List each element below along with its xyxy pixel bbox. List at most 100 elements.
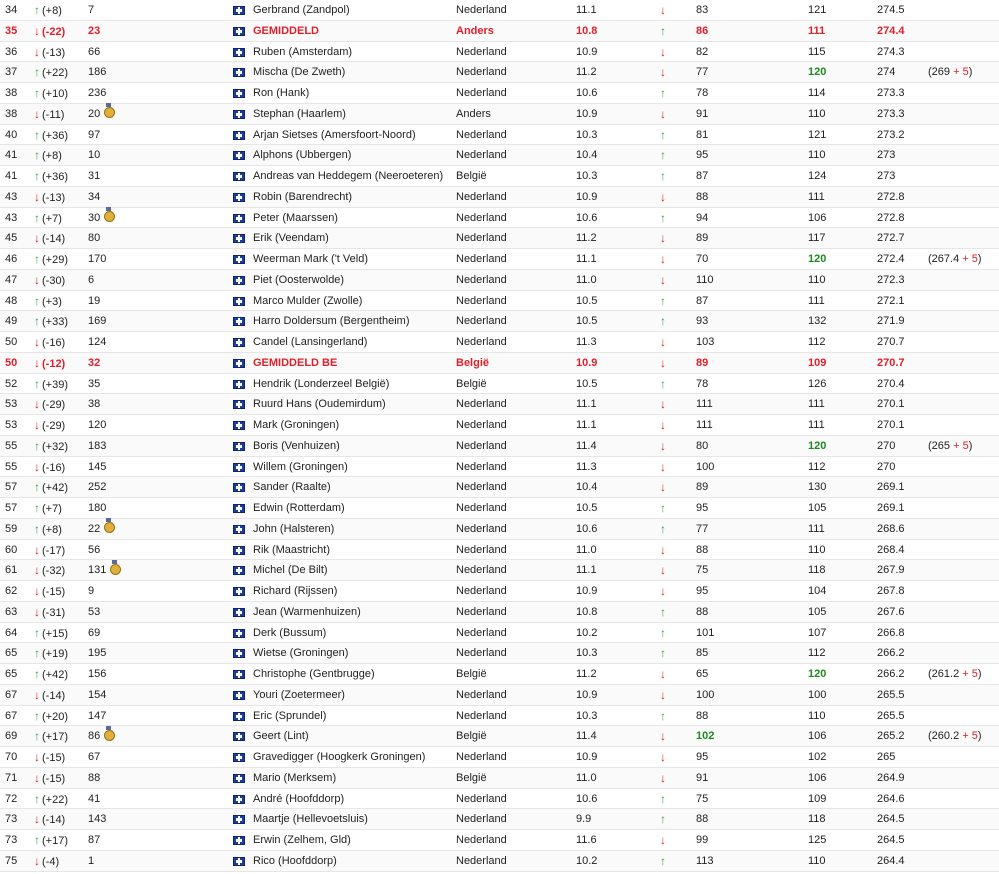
flag-cell[interactable] [233, 145, 247, 166]
flag-cell[interactable] [233, 768, 247, 789]
flag-cell[interactable] [233, 540, 247, 561]
flag-cell[interactable] [233, 311, 247, 332]
value-2-cell: 83 [696, 4, 709, 16]
flag-cell[interactable] [233, 643, 247, 664]
table-row: 67 ↑ (+20) 147 Eric (Sprundel) Nederland 10.3 ↑… [0, 706, 999, 727]
previous-rank-value: 97 [88, 128, 101, 141]
trend-cell: ↓ (-11) [34, 104, 86, 125]
flag-cell[interactable] [233, 415, 247, 436]
flag-cell[interactable] [233, 706, 247, 727]
flag-cell[interactable] [233, 851, 247, 872]
flag-icon [233, 670, 245, 679]
previous-rank-value: 156 [88, 668, 107, 680]
score-cell: 11.4 [576, 730, 597, 743]
flag-cell[interactable] [233, 560, 247, 581]
flag-cell[interactable] [233, 726, 247, 747]
flag-cell[interactable] [233, 477, 247, 498]
trend-value: (-29) [42, 420, 66, 432]
player-name: Ron (Hank) [253, 87, 310, 99]
score-cell: 9.9 [576, 813, 592, 826]
rank-cell: 71 [5, 771, 18, 784]
flag-cell[interactable] [233, 374, 247, 395]
arrow-down-icon: ↓ [660, 106, 666, 121]
flag-cell[interactable] [233, 436, 247, 457]
table-row: 48 ↑ (+3) 19 Marco Mulder (Zwolle) Nederland 1… [0, 291, 999, 312]
trend-cell: ↑ (+22) [34, 62, 86, 83]
flag-cell[interactable] [233, 104, 247, 125]
flag-icon [233, 753, 245, 762]
score-cell: 10.5 [576, 294, 598, 307]
table-row: 55 ↑ (+32) 183 Boris (Venhuizen) Nederland 11.… [0, 435, 999, 457]
previous-rank-value: 186 [88, 66, 107, 79]
flag-cell[interactable] [233, 602, 247, 623]
trend-cell: ↑ (+17) [34, 726, 86, 747]
table-row: 61 ↓ (-32) 131 Michel (De Bilt) Nederland 11.1… [0, 559, 999, 581]
previous-rank-cell: 31 [88, 166, 136, 187]
country-cell: Nederland [456, 190, 507, 203]
flag-cell[interactable] [233, 83, 247, 104]
country-cell: Nederland [456, 4, 507, 16]
total-cell: 273.2 [877, 128, 905, 141]
arrow-down-icon: ↓ [34, 335, 40, 349]
flag-cell[interactable] [233, 457, 247, 478]
value-2-cell: 88 [696, 605, 709, 618]
flag-cell[interactable] [233, 353, 247, 374]
value-3-cell: 111 [808, 190, 825, 203]
score-cell: 10.3 [576, 128, 598, 141]
flag-cell[interactable] [233, 187, 247, 208]
rank-cell: 46 [5, 253, 18, 265]
flag-cell[interactable] [233, 747, 247, 768]
flag-cell[interactable] [233, 291, 247, 312]
flag-cell[interactable] [233, 332, 247, 353]
arrow-up-icon: ↑ [660, 210, 666, 225]
score-cell: 10.9 [576, 45, 598, 58]
value-2-cell: 70 [696, 253, 709, 265]
value-2-cell: 95 [696, 502, 709, 514]
flag-cell[interactable] [233, 623, 247, 644]
country-cell: België [456, 730, 487, 743]
flag-cell[interactable] [233, 249, 247, 270]
table-row: 50 ↓ (-12) 32 GEMIDDELD BE België 10.9 ↓ 89 109 27… [0, 352, 999, 374]
flag-cell[interactable] [233, 519, 247, 540]
previous-rank-cell: 169 [88, 311, 136, 332]
flag-cell[interactable] [233, 685, 247, 706]
trend-value: (+33) [42, 316, 68, 329]
bonus-note: (261.2 + 5) [928, 664, 998, 685]
previous-rank-value: 1 [88, 854, 95, 867]
rank-cell: 67 [5, 709, 18, 722]
flag-cell[interactable] [233, 394, 247, 415]
trend-value: (+42) [42, 482, 68, 495]
flag-cell[interactable] [233, 809, 247, 830]
flag-cell[interactable] [233, 498, 247, 519]
table-row: 67 ↓ (-14) 154 Youri (Zoetermeer) Nederland 10… [0, 684, 999, 706]
flag-cell[interactable] [233, 0, 247, 21]
flag-cell[interactable] [233, 21, 247, 42]
flag-cell[interactable] [233, 42, 247, 63]
previous-rank-value: 66 [88, 45, 101, 58]
flag-cell[interactable] [233, 62, 247, 83]
flag-cell[interactable] [233, 830, 247, 851]
flag-cell[interactable] [233, 664, 247, 685]
flag-icon [233, 711, 245, 721]
total-cell: 264.6 [877, 792, 905, 805]
trend-cell: ↑ (+7) [34, 498, 86, 519]
arrow-down-icon: ↓ [660, 397, 666, 412]
flag-cell[interactable] [233, 228, 247, 249]
flag-cell[interactable] [233, 270, 247, 291]
player-name: Gerbrand (Zandpol) [253, 4, 350, 16]
flag-cell[interactable] [233, 166, 247, 187]
flag-icon [233, 607, 245, 617]
country-cell: Nederland [456, 460, 507, 473]
country-cell: België [456, 356, 490, 369]
flag-cell[interactable] [233, 208, 247, 229]
score-cell: 10.5 [576, 315, 598, 328]
flag-cell[interactable] [233, 789, 247, 810]
flag-cell[interactable] [233, 125, 247, 146]
value-2-cell: 100 [696, 460, 715, 473]
rank-cell: 48 [5, 294, 18, 307]
previous-rank-cell: 97 [88, 125, 136, 146]
country-cell: Nederland [456, 502, 507, 514]
rank-cell: 53 [5, 419, 18, 431]
previous-rank-cell: 30 [88, 207, 136, 229]
flag-cell[interactable] [233, 581, 247, 602]
